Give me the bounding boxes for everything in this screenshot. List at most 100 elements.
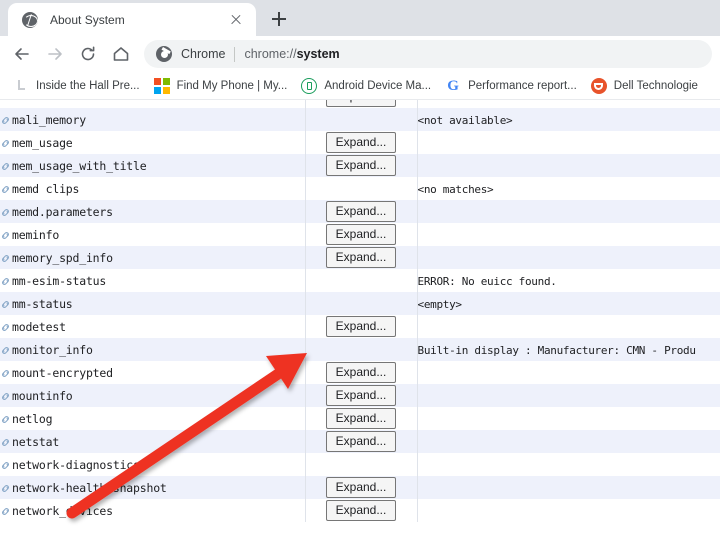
row-value-cell — [417, 430, 720, 453]
row-value-cell — [417, 315, 720, 338]
row-key-cell: mem_usage — [0, 131, 305, 154]
expand-button[interactable]: Expand... — [326, 316, 397, 337]
row-key-cell: mali_memory — [0, 108, 305, 131]
row-key-cell: meminfo — [0, 223, 305, 246]
expand-button[interactable]: Expand... — [326, 201, 397, 222]
bookmark-performance-report[interactable]: G Performance report... — [438, 75, 584, 97]
row-expand-cell: Expand... — [305, 200, 417, 223]
row-key-cell: network-health-snapshot — [0, 476, 305, 499]
row-key-label: network-diagnostics — [12, 458, 140, 472]
row-expand-cell: Expand... — [305, 100, 417, 108]
anchor-link-icon[interactable] — [0, 113, 11, 124]
expand-button[interactable]: Expand... — [326, 500, 397, 521]
row-key-label: memd clips — [12, 182, 79, 196]
bookmark-label: Android Device Ma... — [324, 80, 431, 92]
expand-button[interactable]: Expand... — [326, 408, 397, 429]
row-key-label: meminfo — [12, 228, 59, 242]
expand-button[interactable]: Expand... — [326, 247, 397, 268]
anchor-link-icon[interactable] — [0, 389, 11, 400]
row-expand-cell: Expand... — [305, 384, 417, 407]
row-key-cell: mm-status — [0, 292, 305, 315]
anchor-link-icon[interactable] — [0, 343, 11, 354]
home-icon[interactable] — [107, 40, 135, 68]
row-value-cell: Built-in display : Manufacturer: CMN - P… — [417, 338, 720, 361]
table-row: mem_usage_with_titleExpand... — [0, 154, 720, 177]
anchor-link-icon[interactable] — [0, 435, 11, 446]
anchor-link-icon[interactable] — [0, 136, 11, 147]
row-value-cell — [417, 223, 720, 246]
row-key-cell: mm-esim-status — [0, 269, 305, 292]
expand-button[interactable]: Expand... — [326, 100, 397, 107]
bookmark-find-my-phone[interactable]: Find My Phone | My... — [147, 75, 295, 97]
row-value-cell — [417, 384, 720, 407]
bookmark-label: Performance report... — [468, 80, 577, 92]
anchor-link-icon[interactable] — [0, 182, 11, 193]
browser-toolbar: Chrome chrome://system — [0, 36, 720, 72]
row-expand-cell: Expand... — [305, 361, 417, 384]
row-key-cell: mountinfo — [0, 384, 305, 407]
expand-button[interactable]: Expand... — [326, 385, 397, 406]
row-key-cell: memory_spd_info — [0, 246, 305, 269]
row-key-label: mem_usage — [12, 136, 73, 150]
globe-icon — [22, 12, 38, 28]
row-key-cell: monitor_info — [0, 338, 305, 361]
anchor-link-icon[interactable] — [0, 297, 11, 308]
row-expand-cell: Expand... — [305, 430, 417, 453]
bookmark-android-device-manager[interactable]: Android Device Ma... — [294, 75, 438, 97]
row-value-cell: <no matches> — [417, 177, 720, 200]
table-row: modetest Expand... — [0, 315, 720, 338]
row-value-cell: <empty> — [417, 292, 720, 315]
bookmark-label: Dell Technologie — [614, 80, 698, 92]
row-expand-cell: Expand... — [305, 246, 417, 269]
row-expand-cell — [305, 338, 417, 361]
table-row: network-health-snapshot Expand... — [0, 476, 720, 499]
row-expand-cell: Expand... — [305, 499, 417, 522]
forward-arrow-icon[interactable] — [41, 40, 69, 68]
anchor-link-icon[interactable] — [0, 458, 11, 469]
expand-button[interactable]: Expand... — [326, 132, 397, 153]
anchor-link-icon[interactable] — [0, 366, 11, 377]
row-value-cell: <not available> — [417, 108, 720, 131]
expand-button[interactable]: Expand... — [326, 477, 397, 498]
tab-about-system[interactable]: About System — [8, 3, 256, 36]
expand-button[interactable]: Expand... — [326, 431, 397, 452]
anchor-link-icon[interactable] — [0, 481, 11, 492]
anchor-link-icon[interactable] — [0, 274, 11, 285]
address-bar[interactable]: Chrome chrome://system — [144, 40, 712, 68]
row-expand-cell — [305, 292, 417, 315]
row-expand-cell — [305, 108, 417, 131]
anchor-link-icon[interactable] — [0, 228, 11, 239]
row-value-cell — [417, 100, 720, 108]
row-value-cell — [417, 499, 720, 522]
row-key-label: modetest — [12, 320, 66, 334]
bookmark-inside-the-hall[interactable]: Inside the Hall Pre... — [6, 75, 147, 97]
row-expand-cell — [305, 269, 417, 292]
new-tab-button[interactable] — [265, 5, 293, 33]
expand-button[interactable]: Expand... — [326, 362, 397, 383]
row-value-cell — [417, 476, 720, 499]
table-row: monitor_info Built-in display : Manufactu… — [0, 338, 720, 361]
anchor-link-icon[interactable] — [0, 504, 11, 515]
back-arrow-icon[interactable] — [8, 40, 36, 68]
table-row: netstatExpand... — [0, 430, 720, 453]
row-value-text: <no matches> — [418, 183, 494, 196]
row-value-cell — [417, 154, 720, 177]
anchor-link-icon[interactable] — [0, 205, 11, 216]
expand-button[interactable]: Expand... — [326, 224, 397, 245]
system-info-table-body: Expand... mali_memory <not available> mem_u… — [0, 100, 720, 522]
anchor-link-icon[interactable] — [0, 251, 11, 262]
row-expand-cell: Expand... — [305, 131, 417, 154]
bookmark-dell-technologies[interactable]: Dell Technologie — [584, 75, 705, 97]
omnibox-chip-label: Chrome — [181, 47, 225, 61]
row-expand-cell: Expand... — [305, 223, 417, 246]
expand-button[interactable]: Expand... — [326, 155, 397, 176]
reload-icon[interactable] — [74, 40, 102, 68]
close-icon[interactable] — [226, 10, 246, 30]
anchor-link-icon[interactable] — [0, 412, 11, 423]
anchor-link-icon[interactable] — [0, 320, 11, 331]
anchor-link-icon[interactable] — [0, 159, 11, 170]
table-row: network_devicesExpand... — [0, 499, 720, 522]
row-key-cell: modetest — [0, 315, 305, 338]
system-page-content: Expand... mali_memory <not available> mem_u… — [0, 100, 720, 546]
row-expand-cell: Expand... — [305, 154, 417, 177]
